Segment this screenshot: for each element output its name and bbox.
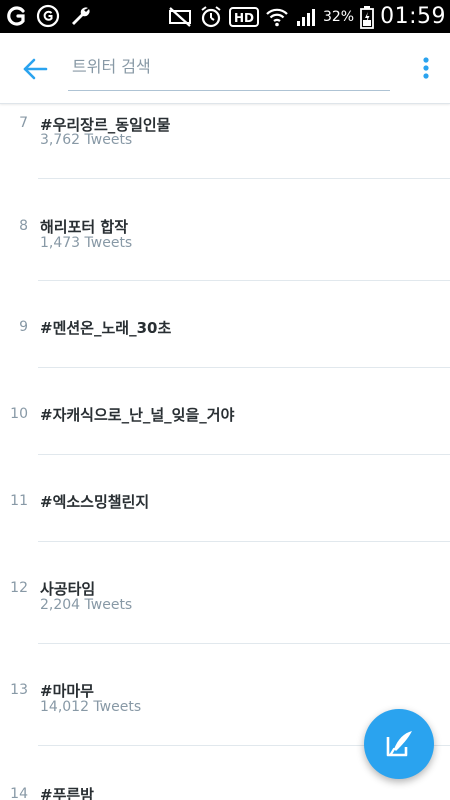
- trend-rank: 11: [10, 493, 28, 509]
- carrier-icon: [6, 5, 28, 27]
- trend-row[interactable]: 10 #자캐식으로_난_널_잊을_거야: [0, 368, 450, 455]
- trend-tweet-count: 2,204 Tweets: [40, 597, 133, 613]
- trend-rank: 12: [10, 580, 28, 596]
- wrench-icon: [68, 4, 92, 28]
- back-button[interactable]: [20, 54, 50, 84]
- clock-time: 01:59: [380, 4, 446, 29]
- svg-text:HD: HD: [234, 11, 254, 25]
- mute-icon: [167, 6, 193, 28]
- trend-row[interactable]: 9 #멘션온_노래_30초: [0, 281, 450, 368]
- trend-topic: 사공타임: [40, 580, 96, 598]
- battery-percent: 32%: [322, 8, 355, 25]
- trend-tweet-count: 3,762 Tweets: [40, 132, 133, 148]
- trend-row[interactable]: 12 사공타임 2,204 Tweets: [0, 542, 450, 644]
- battery-icon: [360, 5, 374, 29]
- trend-rank: 9: [19, 319, 28, 335]
- overflow-menu-button[interactable]: [420, 53, 432, 83]
- trend-tweet-count: 1,473 Tweets: [40, 235, 133, 251]
- search-field-wrapper: [68, 43, 390, 95]
- trend-topic: 해리포터 합작: [40, 218, 129, 236]
- alarm-icon: [199, 5, 223, 29]
- compose-tweet-icon: [386, 731, 412, 757]
- back-arrow-icon: [23, 58, 48, 80]
- trend-tweet-count: 14,012 Tweets: [40, 699, 142, 715]
- status-bar: HD 32% 01:59: [0, 0, 450, 33]
- more-vertical-icon: [423, 57, 429, 79]
- compose-tweet-button[interactable]: [364, 709, 434, 779]
- signal-icon: [295, 6, 317, 28]
- trend-rank: 14: [10, 786, 28, 800]
- status-bar-right: HD 32% 01:59: [167, 0, 446, 33]
- trend-rank: 8: [19, 218, 28, 234]
- wifi-icon: [265, 6, 289, 28]
- g-circle-icon: [36, 4, 60, 28]
- trends-list: 7 #우리장르_동일인물 3,762 Tweets 8 해리포터 합작 1,47…: [0, 104, 450, 800]
- trend-row[interactable]: 11 #엑소스밍챌린지: [0, 455, 450, 542]
- trend-row[interactable]: 8 해리포터 합작 1,473 Tweets: [0, 179, 450, 281]
- trend-topic: #푸른밤: [40, 786, 94, 800]
- status-bar-left: [6, 4, 92, 28]
- trend-topic: #자캐식으로_난_널_잊을_거야: [40, 406, 235, 424]
- trend-topic: #멘션온_노래_30초: [40, 319, 172, 337]
- trend-topic: #엑소스밍챌린지: [40, 493, 150, 511]
- trend-rank: 10: [10, 406, 28, 422]
- hd-icon: HD: [228, 6, 259, 28]
- trend-row[interactable]: 7 #우리장르_동일인물 3,762 Tweets: [0, 104, 450, 179]
- search-app-bar: [0, 33, 450, 104]
- search-input[interactable]: [68, 43, 390, 91]
- trend-topic: #마마무: [40, 682, 94, 700]
- trend-rank: 13: [10, 682, 28, 698]
- trend-rank: 7: [19, 115, 28, 131]
